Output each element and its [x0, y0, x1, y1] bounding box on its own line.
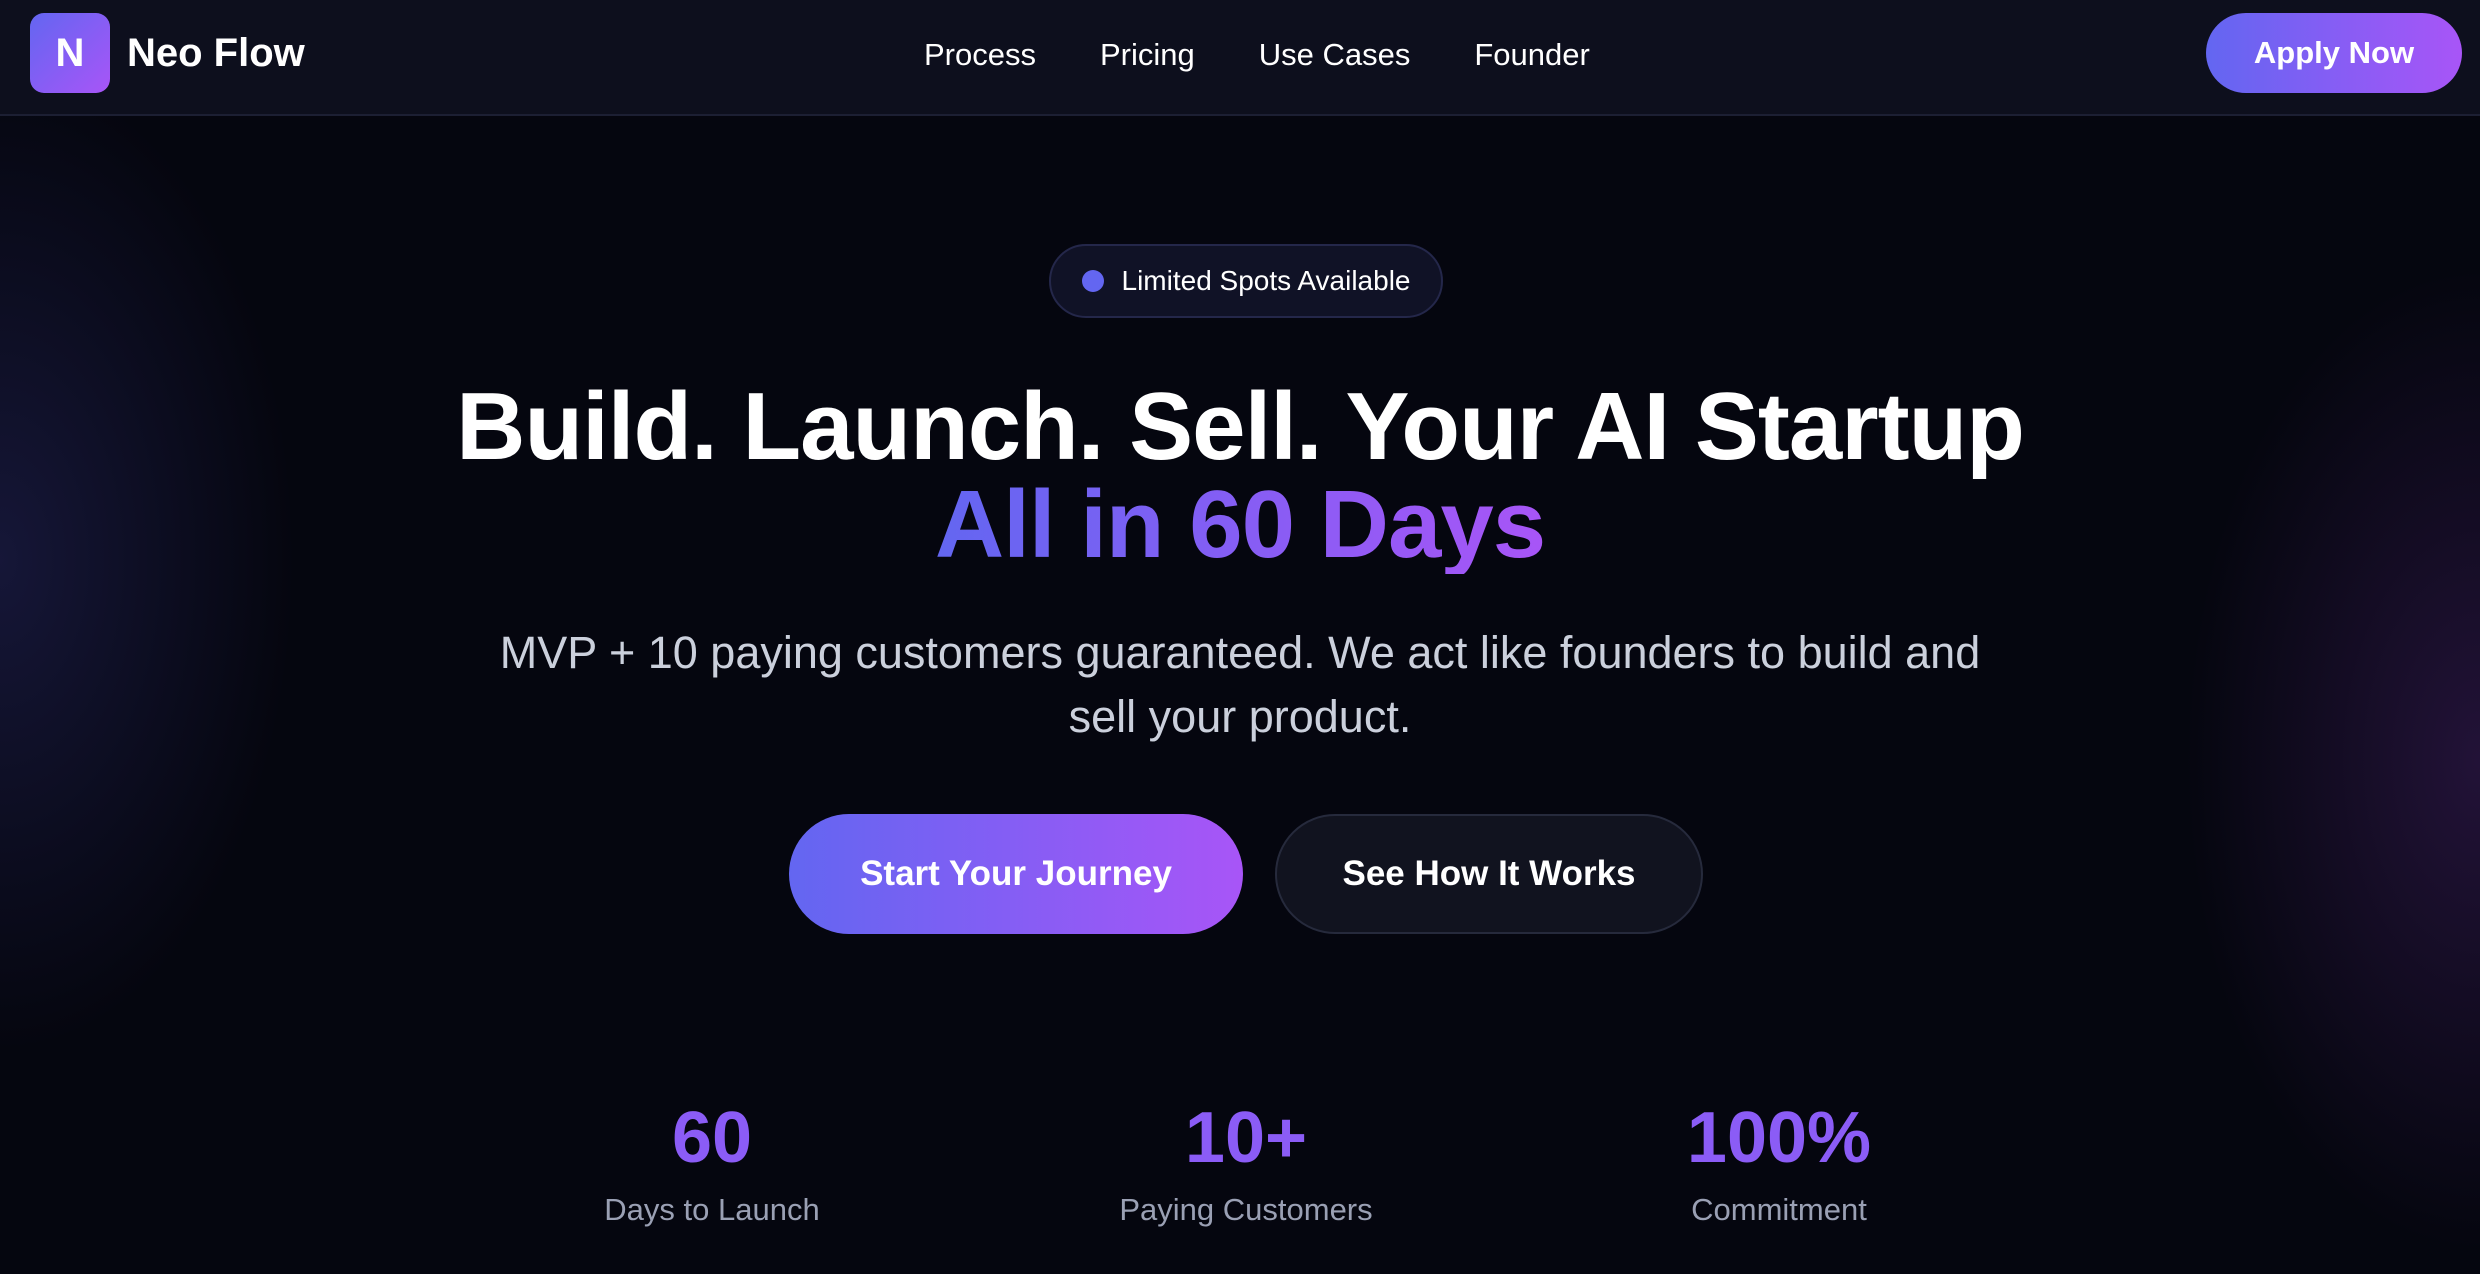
badge-text: Limited Spots Available — [1121, 265, 1411, 296]
hero-headline: Build. Launch. Sell. Your AI Startup All… — [0, 378, 2480, 574]
brand-home-link[interactable]: N Neo Flow — [30, 13, 305, 93]
see-how-it-works-button[interactable]: See How It Works — [1275, 814, 1703, 934]
brand-logo: N — [30, 13, 110, 93]
stat-days-to-launch: 60 Days to Launch — [492, 1090, 932, 1234]
apply-now-button[interactable]: Apply Now — [2206, 13, 2462, 93]
nav-link-pricing[interactable]: Pricing — [1100, 37, 1195, 73]
nav-link-use-cases[interactable]: Use Cases — [1259, 37, 1411, 73]
main-nav: Process Pricing Use Cases Founder — [924, 0, 1590, 110]
stat-value: 60 — [671, 1098, 753, 1178]
stat-value: 100% — [1686, 1098, 1872, 1178]
headline-line-2: All in 60 Days — [934, 471, 1546, 578]
limited-spots-badge: Limited Spots Available — [1049, 244, 1443, 318]
nav-link-process[interactable]: Process — [924, 37, 1036, 73]
top-navbar: N Neo Flow Process Pricing Use Cases Fou… — [0, 0, 2480, 116]
stat-label: Days to Launch — [604, 1192, 820, 1227]
landing-page: N Neo Flow Process Pricing Use Cases Fou… — [0, 0, 2480, 1274]
status-dot-icon — [1081, 270, 1104, 292]
stat-paying-customers: 10+ Paying Customers — [1026, 1090, 1466, 1234]
brand-name: Neo Flow — [127, 30, 305, 75]
stat-label: Paying Customers — [1119, 1192, 1373, 1227]
hero-subheadline: MVP + 10 paying customers guaranteed. We… — [499, 627, 1981, 742]
stat-label: Commitment — [1691, 1192, 1867, 1227]
stat-value: 10+ — [1184, 1098, 1308, 1178]
headline-line-1: Build. Launch. Sell. Your AI Startup — [456, 373, 2025, 480]
nav-link-founder[interactable]: Founder — [1474, 37, 1589, 73]
stat-commitment: 100% Commitment — [1559, 1090, 1999, 1234]
start-journey-button[interactable]: Start Your Journey — [789, 814, 1243, 934]
hero-cta-group: Start Your Journey See How It Works — [0, 814, 2480, 934]
